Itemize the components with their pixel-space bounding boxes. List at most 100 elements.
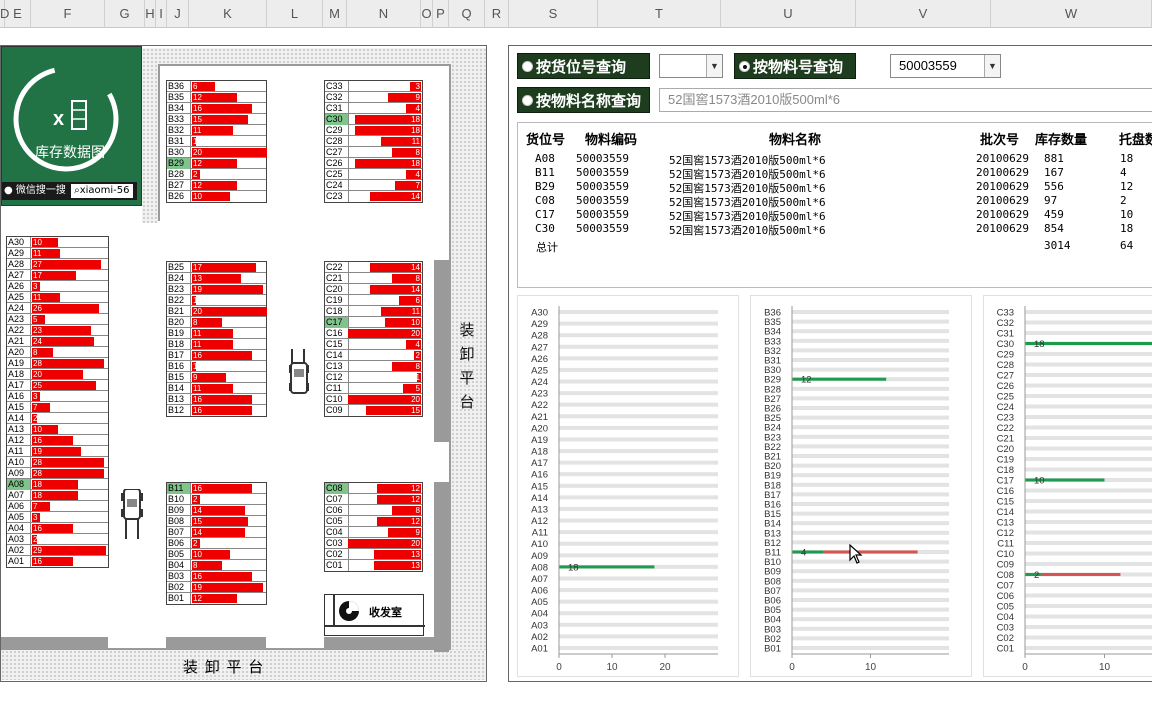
material-code-select[interactable]: 50003559 ▼ (890, 54, 1001, 78)
rack-slot-a17[interactable]: A17 25 (7, 379, 108, 391)
rack-slot-c21[interactable]: C21 8 (325, 272, 422, 284)
rack-slot-a25[interactable]: A25 11 (7, 291, 108, 303)
rack-slot-b36[interactable]: B36 6 (167, 80, 266, 92)
rack-slot-a18[interactable]: A18 20 (7, 368, 108, 380)
column-header-g[interactable]: G (105, 0, 145, 28)
query-by-location-button[interactable]: 按货位号查询 (517, 53, 650, 79)
rack-slot-b33[interactable]: B33 15 (167, 113, 266, 125)
rack-slot-b14[interactable]: B14 11 (167, 382, 266, 394)
rack-slot-a13[interactable]: A13 10 (7, 423, 108, 435)
rack-slot-c05[interactable]: C05 12 (325, 515, 422, 527)
rack-slot-c28[interactable]: C28 11 (325, 135, 422, 147)
rack-slot-b20[interactable]: B20 8 (167, 316, 266, 328)
rack-slot-c01[interactable]: C01 13 (325, 560, 422, 571)
column-header-u[interactable]: U (721, 0, 856, 28)
rack-slot-c22[interactable]: C22 14 (325, 261, 422, 273)
column-header-l[interactable]: L (267, 0, 323, 28)
rack-slot-b22[interactable]: B22 1 (167, 294, 266, 306)
rack-slot-c03[interactable]: C03 20 (325, 537, 422, 549)
rack-slot-b28[interactable]: B28 2 (167, 168, 266, 180)
rack-slot-a04[interactable]: A04 16 (7, 522, 108, 534)
rack-slot-b03[interactable]: B03 16 (167, 570, 266, 582)
rack-slot-a30[interactable]: A30 10 (7, 236, 108, 248)
rack-slot-c20[interactable]: C20 14 (325, 283, 422, 295)
rack-slot-c13[interactable]: C13 8 (325, 360, 422, 372)
rack-slot-a06[interactable]: A06 7 (7, 500, 108, 512)
rack-slot-b21[interactable]: B21 20 (167, 305, 267, 317)
rack-slot-c08[interactable]: C08 12 (325, 482, 422, 494)
rack-slot-a05[interactable]: A05 3 (7, 511, 108, 523)
location-select[interactable]: ▼ (659, 54, 723, 78)
material-name-input[interactable]: 52国窖1573酒2010版500ml*6 (659, 88, 1152, 112)
rack-slot-c10[interactable]: C10 20 (325, 393, 422, 405)
column-header-i[interactable]: I (156, 0, 167, 28)
rack-slot-c24[interactable]: C24 7 (325, 179, 422, 191)
column-header-p[interactable]: P (433, 0, 449, 28)
rack-slot-b24[interactable]: B24 13 (167, 272, 266, 284)
rack-slot-b16[interactable]: B16 1 (167, 360, 266, 372)
rack-slot-b12[interactable]: B12 16 (167, 405, 266, 416)
rack-slot-a09[interactable]: A09 28 (7, 467, 108, 479)
rack-slot-a22[interactable]: A22 23 (7, 324, 108, 336)
radio-code[interactable] (739, 61, 750, 72)
rack-slot-b07[interactable]: B07 14 (167, 526, 266, 538)
column-header-e[interactable]: E (5, 0, 31, 28)
rack-slot-b29[interactable]: B29 12 (167, 157, 266, 169)
rack-slot-b23[interactable]: B23 19 (167, 283, 266, 295)
column-header-w[interactable]: W (991, 0, 1152, 28)
rack-slot-a26[interactable]: A26 3 (7, 280, 108, 292)
rack-slot-b08[interactable]: B08 15 (167, 515, 266, 527)
column-header-v[interactable]: V (856, 0, 991, 28)
column-header-t[interactable]: T (598, 0, 721, 28)
rack-slot-c07[interactable]: C07 12 (325, 493, 422, 505)
radio-location[interactable] (522, 61, 533, 72)
rack-slot-a29[interactable]: A29 11 (7, 247, 108, 259)
column-header-j[interactable]: J (167, 0, 189, 28)
rack-slot-c17[interactable]: C17 10 (325, 316, 422, 328)
rack-slot-a24[interactable]: A24 26 (7, 302, 108, 314)
rack-slot-c09[interactable]: C09 15 (325, 405, 422, 416)
rack-slot-a08[interactable]: A08 18 (7, 478, 108, 490)
rack-slot-b17[interactable]: B17 16 (167, 349, 266, 361)
rack-slot-c18[interactable]: C18 11 (325, 305, 422, 317)
rack-slot-b34[interactable]: B34 16 (167, 102, 266, 114)
rack-slot-b31[interactable]: B31 1 (167, 135, 266, 147)
rack-slot-a16[interactable]: A16 3 (7, 390, 108, 402)
column-header-k[interactable]: K (189, 0, 267, 28)
rack-slot-b05[interactable]: B05 10 (167, 548, 266, 560)
rack-slot-c15[interactable]: C15 4 (325, 338, 422, 350)
rack-slot-a15[interactable]: A15 7 (7, 401, 108, 413)
rack-slot-c26[interactable]: C26 18 (325, 157, 422, 169)
rack-slot-c29[interactable]: C29 18 (325, 124, 422, 136)
rack-slot-c16[interactable]: C16 20 (325, 327, 422, 339)
column-header-h[interactable]: H (145, 0, 156, 28)
rack-slot-a11[interactable]: A11 19 (7, 445, 108, 457)
rack-slot-b04[interactable]: B04 8 (167, 559, 266, 571)
rack-slot-b32[interactable]: B32 11 (167, 124, 266, 136)
query-by-name-button[interactable]: 按物料名称查询 (517, 87, 650, 113)
query-by-code-button[interactable]: 按物料号查询 (734, 53, 856, 79)
rack-slot-b10[interactable]: B10 2 (167, 493, 266, 505)
rack-slot-b25[interactable]: B25 17 (167, 261, 266, 273)
rack-slot-a27[interactable]: A27 17 (7, 269, 108, 281)
column-header-o[interactable]: O (421, 0, 433, 28)
rack-slot-c12[interactable]: C12 1 (325, 371, 422, 383)
rack-slot-b35[interactable]: B35 12 (167, 91, 266, 103)
rack-slot-a14[interactable]: A14 2 (7, 412, 108, 424)
rack-slot-c06[interactable]: C06 8 (325, 504, 422, 516)
rack-slot-c19[interactable]: C19 6 (325, 294, 422, 306)
chevron-down-icon[interactable]: ▼ (706, 55, 722, 77)
rack-slot-b30[interactable]: B30 20 (167, 146, 267, 158)
rack-slot-a23[interactable]: A23 5 (7, 313, 108, 325)
rack-slot-c11[interactable]: C11 5 (325, 382, 422, 394)
rack-slot-c31[interactable]: C31 4 (325, 102, 422, 114)
rack-slot-c23[interactable]: C23 14 (325, 191, 422, 202)
rack-slot-b09[interactable]: B09 14 (167, 504, 266, 516)
column-header-n[interactable]: N (347, 0, 421, 28)
rack-slot-b02[interactable]: B02 19 (167, 581, 266, 593)
rack-slot-b15[interactable]: B15 9 (167, 371, 266, 383)
radio-name[interactable] (522, 95, 533, 106)
rack-slot-a03[interactable]: A03 2 (7, 533, 108, 545)
rack-slot-c04[interactable]: C04 9 (325, 526, 422, 538)
rack-slot-c27[interactable]: C27 8 (325, 146, 422, 158)
